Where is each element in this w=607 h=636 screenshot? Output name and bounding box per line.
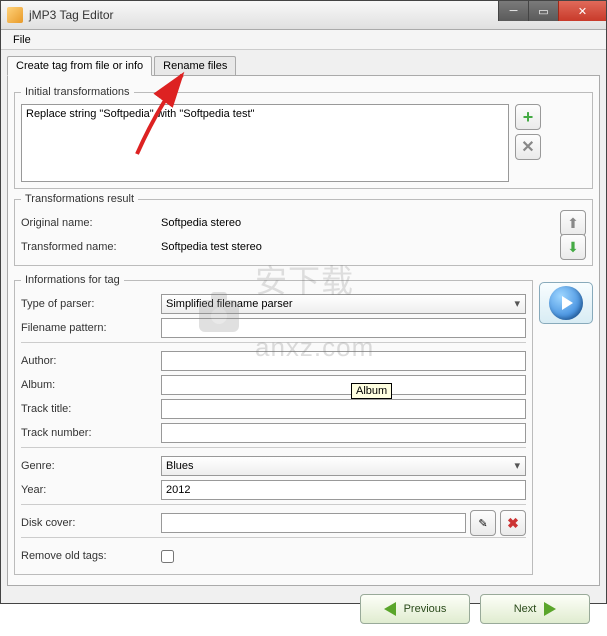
app-icon [7, 7, 23, 23]
next-button[interactable]: Next [480, 594, 590, 624]
next-sample-button[interactable]: ⬇ [560, 234, 586, 260]
track-number-input[interactable] [161, 423, 526, 443]
transformed-name-label: Transformed name: [21, 241, 161, 253]
menubar: File [1, 30, 606, 50]
content-area: Create tag from file or info Rename file… [1, 50, 606, 636]
transformations-result-legend: Transformations result [21, 193, 138, 205]
author-label: Author: [21, 355, 161, 367]
wizard-footer: Previous Next [7, 586, 600, 632]
transformations-result-group: Transformations result Original name: So… [14, 193, 593, 266]
add-transformation-button[interactable]: + [515, 104, 541, 130]
original-name-label: Original name: [21, 217, 161, 229]
arrow-left-icon [384, 602, 396, 616]
transformed-name-value: Softpedia test stereo [161, 241, 560, 253]
disk-cover-label: Disk cover: [21, 517, 161, 529]
prev-sample-button[interactable]: ⬆ [560, 210, 586, 236]
play-button[interactable] [539, 282, 593, 324]
album-label: Album: [21, 379, 161, 391]
minimize-button[interactable]: ─ [498, 1, 528, 21]
year-label: Year: [21, 484, 161, 496]
maximize-button[interactable]: ▭ [528, 1, 558, 21]
window-controls: ─ ▭ ✕ [498, 1, 606, 21]
tab-strip: Create tag from file or info Rename file… [7, 54, 600, 76]
tab-create-tag[interactable]: Create tag from file or info [7, 56, 152, 76]
clear-cover-button[interactable]: ✖ [500, 510, 526, 536]
app-window: jMP3 Tag Editor ─ ▭ ✕ File Create tag fr… [0, 0, 607, 604]
initial-transformations-group: Initial transformations Replace string "… [14, 86, 593, 189]
delete-icon: ✖ [507, 515, 519, 532]
x-icon: ✕ [521, 137, 534, 157]
tab-rename-files[interactable]: Rename files [154, 56, 236, 75]
edit-icon: ✎ [478, 517, 487, 530]
genre-select[interactable]: Blues [161, 456, 526, 476]
titlebar: jMP3 Tag Editor ─ ▭ ✕ [1, 1, 606, 30]
informations-for-tag-group: Informations for tag Type of parser: Sim… [14, 274, 533, 575]
disk-cover-input[interactable] [161, 513, 466, 533]
arrow-right-icon [544, 602, 556, 616]
arrow-up-icon: ⬆ [567, 215, 579, 232]
genre-label: Genre: [21, 460, 161, 472]
tab-panel: Initial transformations Replace string "… [7, 76, 600, 586]
info-legend: Informations for tag [21, 274, 124, 286]
author-input[interactable] [161, 351, 526, 371]
original-name-value: Softpedia stereo [161, 217, 560, 229]
close-button[interactable]: ✕ [558, 1, 606, 21]
album-input[interactable] [161, 375, 526, 395]
browse-cover-button[interactable]: ✎ [470, 510, 496, 536]
arrow-down-icon: ⬇ [567, 239, 579, 256]
pattern-input[interactable] [161, 318, 526, 338]
play-icon [549, 286, 583, 320]
tooltip: Album [351, 383, 392, 399]
track-title-label: Track title: [21, 403, 161, 415]
remove-tags-label: Remove old tags: [21, 550, 161, 562]
transformations-list[interactable]: Replace string "Softpedia" with "Softped… [21, 104, 509, 182]
window-title: jMP3 Tag Editor [29, 8, 114, 22]
track-number-label: Track number: [21, 427, 161, 439]
plus-icon: + [523, 107, 534, 128]
initial-transformations-legend: Initial transformations [21, 86, 134, 98]
remove-tags-checkbox[interactable] [161, 550, 174, 563]
parser-label: Type of parser: [21, 298, 161, 310]
pattern-label: Filename pattern: [21, 322, 161, 334]
remove-transformation-button[interactable]: ✕ [515, 134, 541, 160]
menu-file[interactable]: File [7, 32, 37, 48]
year-input[interactable] [161, 480, 526, 500]
track-title-input[interactable] [161, 399, 526, 419]
previous-button[interactable]: Previous [360, 594, 470, 624]
parser-select[interactable]: Simplified filename parser [161, 294, 526, 314]
